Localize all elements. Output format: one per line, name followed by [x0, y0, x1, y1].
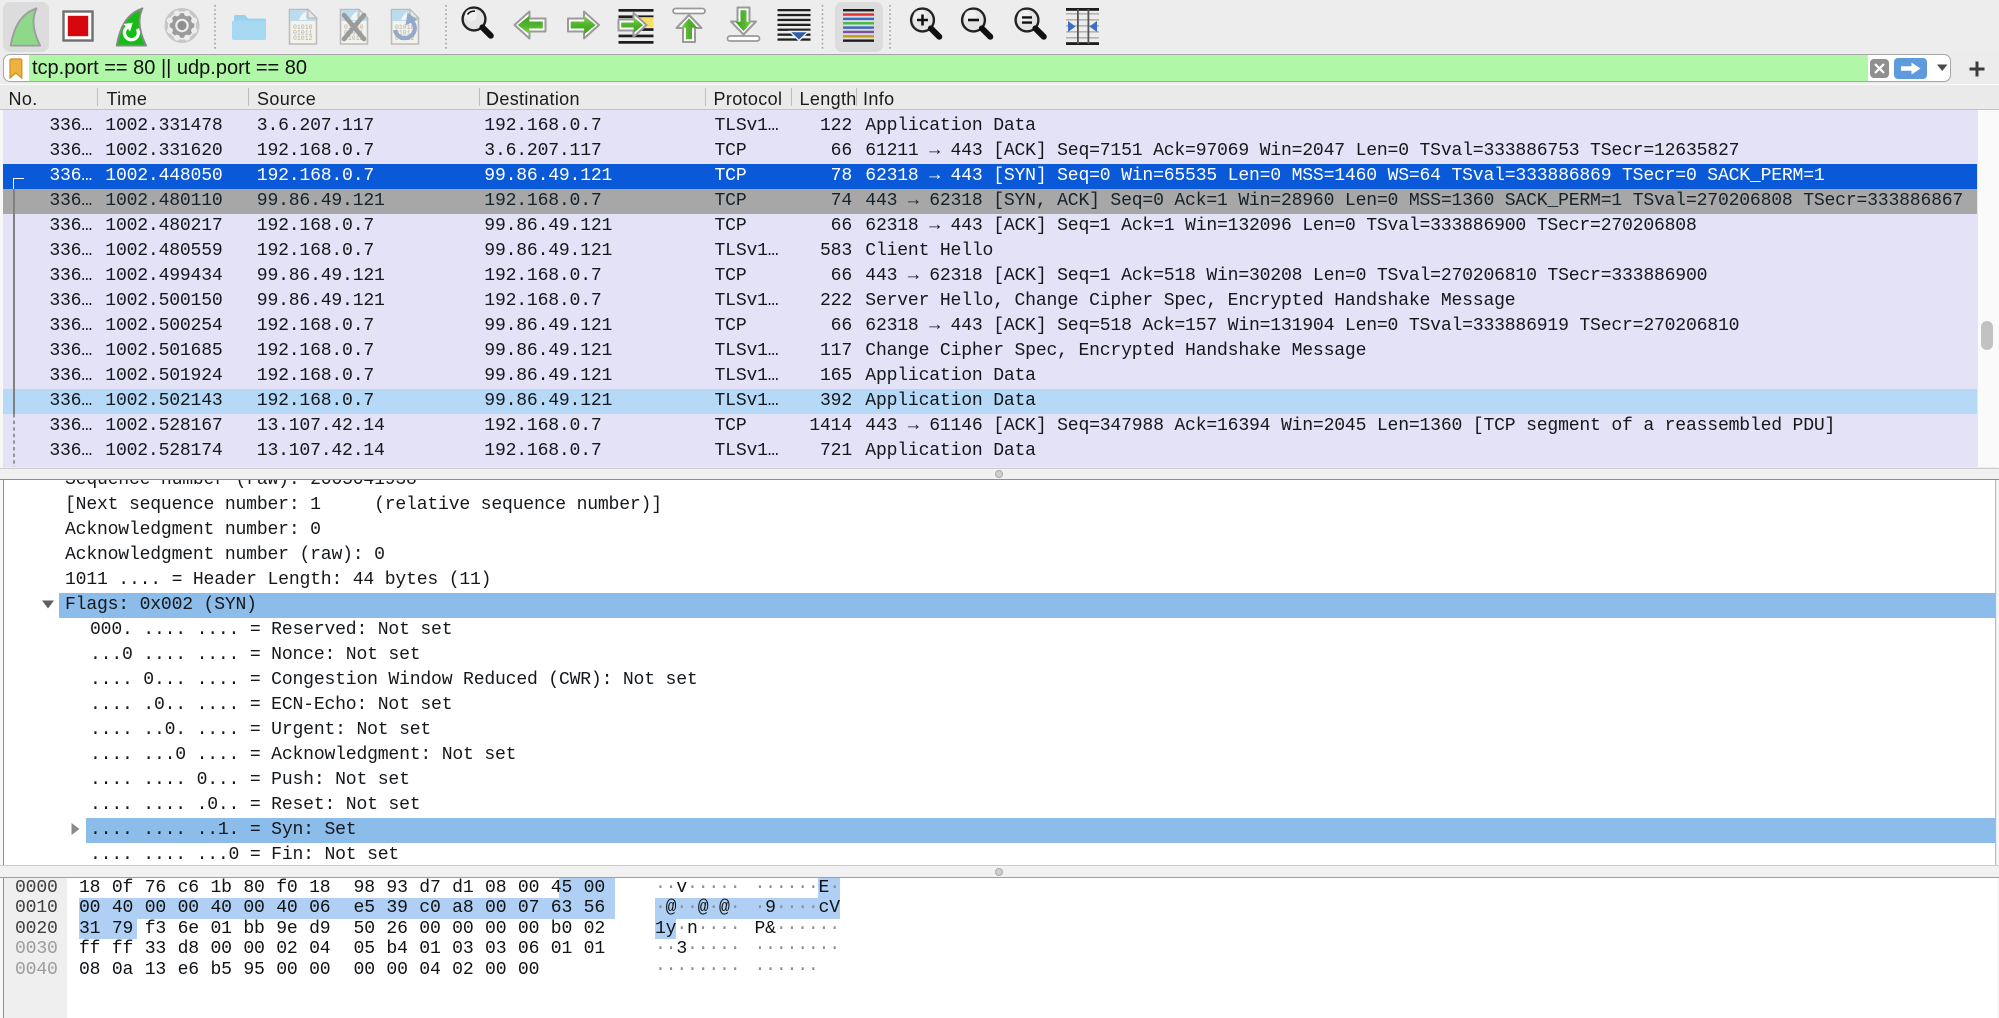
svg-text:01012: 01012 — [293, 35, 313, 42]
